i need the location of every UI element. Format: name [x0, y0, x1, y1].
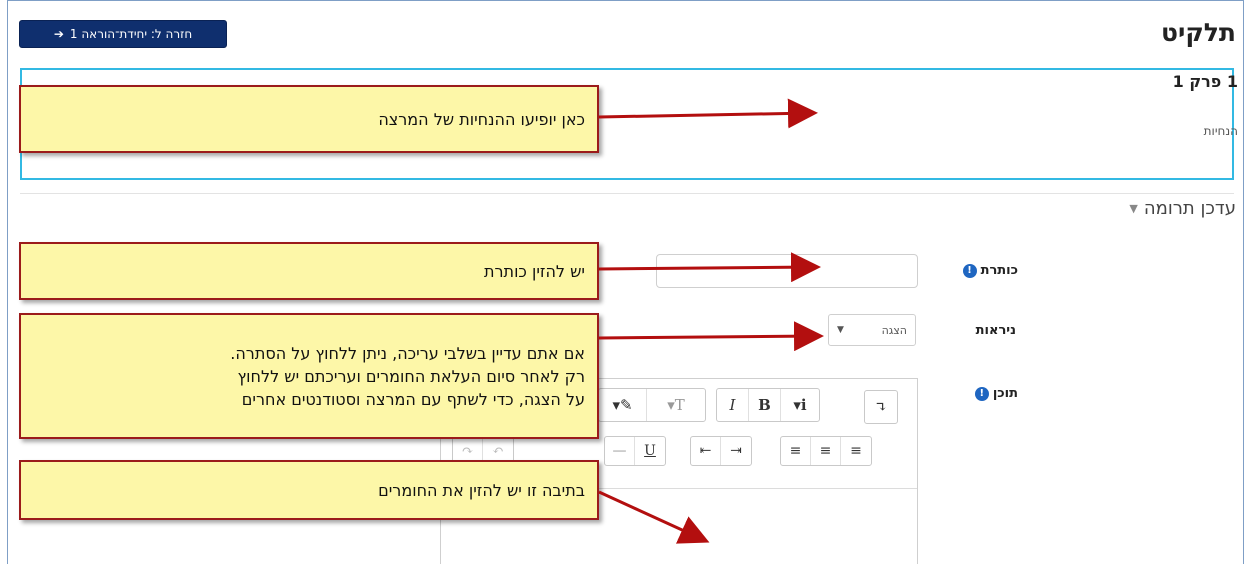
toolbar-group-align: ≡ ≡ ≡: [780, 436, 872, 466]
toolbar-group-misc: — U: [604, 436, 666, 466]
title-label-row: כותרת !: [962, 263, 1018, 278]
chapter-instructions: הנחיות: [1203, 124, 1238, 138]
bold-button[interactable]: B: [749, 389, 781, 421]
outdent-button[interactable]: ⇤: [691, 437, 721, 465]
content-callout: בתיבה זו יש להזין את החומרים: [19, 460, 599, 520]
toolbar-group-style: ▾ ✎ ▾ T: [598, 388, 706, 422]
align-left-button[interactable]: ≡: [781, 437, 811, 465]
underline-button[interactable]: U: [635, 437, 665, 465]
title-input[interactable]: [656, 254, 918, 288]
align-center-button[interactable]: ≡: [811, 437, 841, 465]
visibility-callout-line2: רק לאחר סיום העלאת החומרים ועריכתם יש לל…: [237, 366, 585, 386]
visibility-value: הצגה: [881, 323, 907, 337]
title-callout: יש להזין כותרת: [19, 242, 599, 300]
page-title: תלקיט: [1161, 18, 1236, 47]
toolbar-group-format: I B ▾ i: [716, 388, 820, 422]
back-to-unit-button[interactable]: חזרה ל: יחידת־הוראה 1 ➔: [19, 20, 227, 48]
instructions-callout: כאן יופיעו ההנחיות של המרצה: [19, 85, 599, 153]
section-header[interactable]: עדכן תרומה ▼: [1129, 198, 1236, 219]
align-right-button[interactable]: ≡: [841, 437, 871, 465]
collapse-triangle-icon[interactable]: ▼: [1129, 202, 1137, 215]
visibility-callout-line1: אם אתם עדיין בשלבי עריכה, ניתן ללחוץ על …: [230, 343, 585, 363]
visibility-callout-line3: על הצגה, כדי לשתף עם המרצה וסטודנטים אחר…: [241, 389, 585, 409]
title-label: כותרת: [980, 263, 1018, 278]
paintbrush-icon[interactable]: ▾ ✎: [599, 389, 647, 421]
help-info-icon[interactable]: !: [974, 386, 989, 401]
help-info-icon[interactable]: !: [962, 263, 977, 278]
horizontal-rule-button[interactable]: —: [605, 437, 635, 465]
text-size-button[interactable]: ▾ T: [647, 389, 705, 421]
visibility-label-row: ניראות: [976, 323, 1016, 338]
toolbar-toggle-button[interactable]: ↴: [865, 391, 897, 423]
content-label-row: תוכן !: [974, 386, 1018, 401]
back-button-label: חזרה ל: יחידת־הוראה 1: [69, 27, 193, 41]
italic-button[interactable]: I: [717, 389, 749, 421]
indent-button[interactable]: ⇥: [721, 437, 751, 465]
toolbar-group-indent: ⇤ ⇥: [690, 436, 752, 466]
section-divider: [20, 193, 1234, 194]
chapter-title: 1 פרק 1: [1172, 72, 1238, 91]
sign-in-icon: ➔: [53, 27, 64, 41]
section-title: עדכן תרומה: [1143, 198, 1236, 219]
toolbar-group-toggle: ↴: [864, 390, 898, 424]
visibility-select[interactable]: הצגה ▼: [828, 314, 916, 346]
visibility-callout: אם אתם עדיין בשלבי עריכה, ניתן ללחוץ על …: [19, 313, 599, 439]
instructions-callout-text: כאן יופיעו ההנחיות של המרצה: [378, 109, 585, 129]
title-callout-text: יש להזין כותרת: [484, 261, 585, 281]
visibility-label: ניראות: [975, 323, 1016, 338]
style-dropdown-button[interactable]: ▾ i: [781, 389, 819, 421]
content-callout-text: בתיבה זו יש להזין את החומרים: [378, 480, 585, 500]
dropdown-arrow-icon: ▼: [837, 325, 844, 335]
content-label: תוכן: [992, 386, 1018, 401]
